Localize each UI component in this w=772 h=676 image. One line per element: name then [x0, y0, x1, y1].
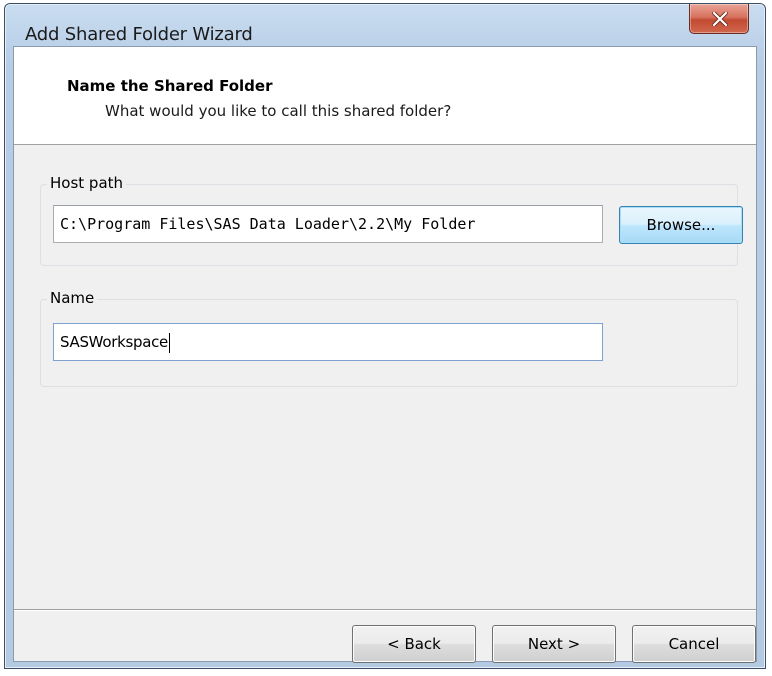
footer-separator: [14, 609, 756, 611]
close-button[interactable]: [689, 4, 749, 34]
wizard-window: Add Shared Folder Wizard Name the Shared…: [4, 3, 766, 669]
close-icon: [712, 12, 728, 26]
wizard-header: Name the Shared Folder What would you li…: [14, 47, 756, 145]
name-label: Name: [47, 289, 98, 307]
back-button[interactable]: < Back: [352, 625, 476, 663]
cancel-button[interactable]: Cancel: [632, 625, 756, 663]
wizard-body: Name the Shared Folder What would you li…: [13, 46, 757, 663]
host-path-label: Host path: [47, 174, 127, 192]
browse-button[interactable]: Browse...: [619, 206, 743, 244]
next-button[interactable]: Next >: [492, 625, 616, 663]
window-title: Add Shared Folder Wizard: [25, 24, 253, 45]
name-input-value: SASWorkspace: [60, 333, 168, 351]
host-path-input[interactable]: C:\Program Files\SAS Data Loader\2.2\My …: [53, 205, 603, 243]
page-title: Name the Shared Folder: [67, 77, 273, 95]
page-subtitle: What would you like to call this shared …: [105, 102, 452, 120]
name-input[interactable]: SASWorkspace: [53, 323, 603, 361]
text-caret: [168, 332, 170, 353]
